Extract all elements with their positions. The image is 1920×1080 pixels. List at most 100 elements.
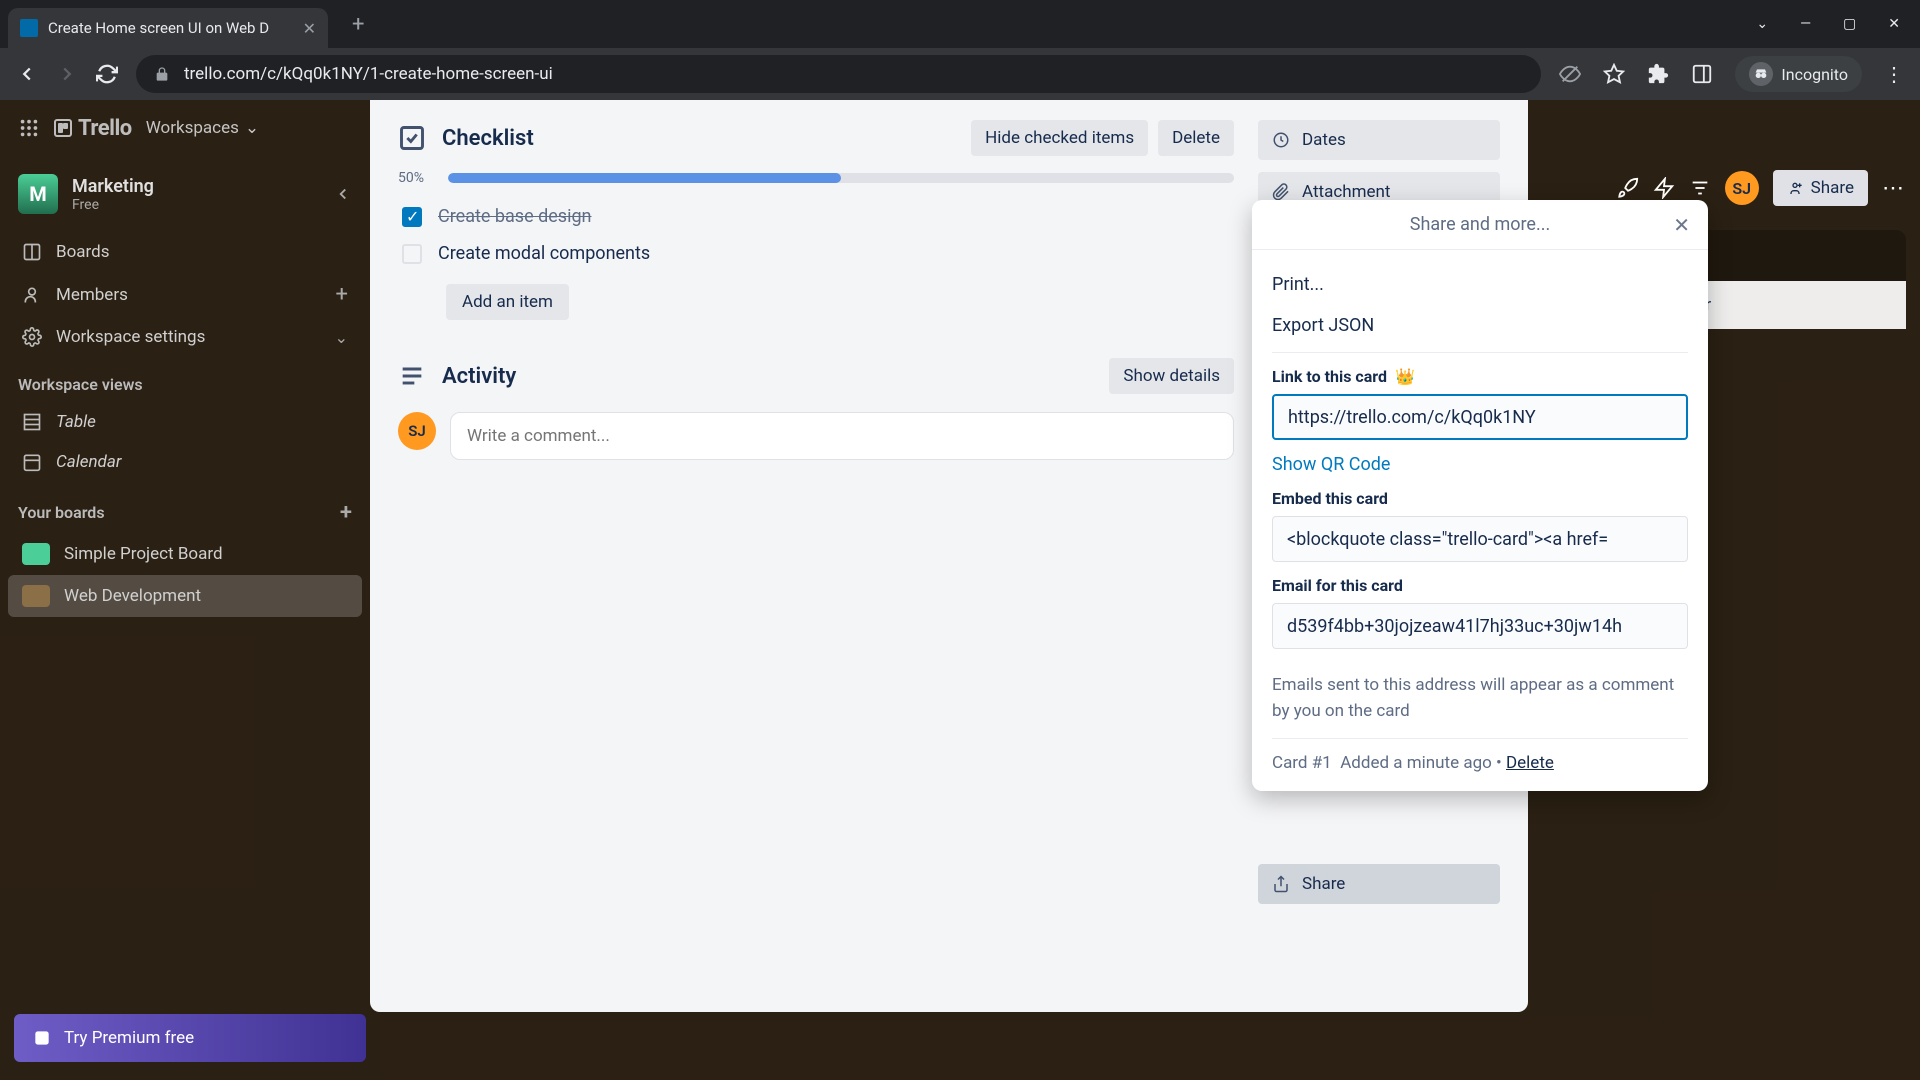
premium-icon [32,1028,52,1048]
add-member-icon[interactable]: + [336,282,348,307]
add-board-icon[interactable]: + [340,500,352,525]
user-avatar: SJ [398,412,436,450]
delete-checklist-button[interactable]: Delete [1158,120,1234,156]
maximize-icon[interactable]: ▢ [1843,16,1856,32]
sidebar-board-simple[interactable]: Simple Project Board [0,533,370,575]
forward-icon[interactable] [56,63,78,85]
back-icon[interactable] [16,63,38,85]
workspace-plan: Free [72,197,154,213]
activity-icon [398,362,426,390]
comment-input[interactable] [450,412,1234,460]
popover-header: Share and more... ✕ [1252,200,1708,250]
export-json-option[interactable]: Export JSON [1272,305,1688,346]
clock-icon [1272,131,1290,149]
activity-header: Activity Show details [398,358,1234,394]
checklist-icon [398,124,426,152]
sidepanel-icon[interactable] [1691,63,1713,85]
hide-checked-button[interactable]: Hide checked items [971,120,1148,156]
workspace-avatar: M [18,174,58,214]
comment-row: SJ [398,412,1234,460]
filter-icon[interactable] [1689,177,1711,199]
incognito-label: Incognito [1781,65,1848,84]
sidebar-view-table[interactable]: Table [0,402,370,442]
trello-favicon [20,19,38,37]
bolt-icon[interactable] [1653,177,1675,199]
popover-title: Share and more... [1410,214,1550,235]
browser-titlebar: Create Home screen UI on Web D ✕ + ⌄ — ▢… [0,0,1920,48]
window-controls: ⌄ — ▢ ✕ [1756,16,1912,32]
incognito-indicator[interactable]: Incognito [1735,56,1862,92]
share-arrow-icon [1272,875,1290,893]
tab-dropdown-icon[interactable]: ⌄ [1756,16,1768,32]
sidebar-item-members[interactable]: Members + [0,272,370,317]
views-heading: Workspace views [0,357,370,402]
board-menu-icon[interactable]: ⋯ [1882,176,1906,201]
checklist-header: Checklist Hide checked items Delete [398,120,1234,156]
tab-title: Create Home screen UI on Web D [48,19,293,37]
new-tab-button[interactable]: + [352,12,364,37]
checkbox-checked[interactable] [402,207,422,227]
star-icon[interactable] [1603,63,1625,85]
progress-bar [448,173,1234,183]
url-text: trello.com/c/kQq0k1NY/1-create-home-scre… [184,64,553,84]
menu-icon[interactable]: ⋮ [1884,62,1904,86]
embed-input[interactable] [1272,516,1688,562]
popover-footer: Card #1 Added a minute ago • Delete [1272,753,1688,773]
delete-card-link[interactable]: Delete [1506,753,1554,773]
attachment-icon [1272,183,1290,201]
checklist-progress: 50% [398,170,1234,186]
show-details-button[interactable]: Show details [1109,358,1234,394]
members-icon [22,285,42,305]
dates-button[interactable]: Dates [1258,120,1500,160]
trello-logo[interactable]: Trello [54,116,132,141]
embed-label: Embed this card [1272,489,1688,508]
app-area: Trello Workspaces ⌄ M Marketing Free Boa… [0,100,1920,1080]
workspace-header[interactable]: M Marketing Free [0,166,370,222]
close-icon[interactable]: ✕ [1673,213,1690,237]
browser-tab[interactable]: Create Home screen UI on Web D ✕ [8,8,328,48]
crown-icon: 👑 [1395,367,1415,386]
extensions-icon[interactable] [1647,63,1669,85]
sidebar-board-webdev[interactable]: Web Development [8,575,362,617]
card-share-button[interactable]: Share [1258,864,1500,904]
close-tab-icon[interactable]: ✕ [303,19,316,38]
checklist-item[interactable]: Create base design [398,198,1234,235]
email-help-text: Emails sent to this address will appear … [1272,673,1688,724]
sidebar-view-calendar[interactable]: Calendar [0,442,370,482]
boards-heading: Your boards + [0,482,370,533]
board-share-button[interactable]: Share [1773,170,1868,206]
chevron-down-icon: ⌄ [245,118,259,138]
print-option[interactable]: Print... [1272,264,1688,305]
toolbar-right: Incognito ⋮ [1559,56,1904,92]
sidebar-item-boards[interactable]: Boards [0,232,370,272]
show-qr-link[interactable]: Show QR Code [1272,454,1390,475]
rocket-icon[interactable] [1617,177,1639,199]
chevron-down-icon: ⌄ [335,328,348,347]
activity-title: Activity [442,364,516,389]
user-avatar[interactable]: SJ [1725,171,1759,205]
email-input[interactable] [1272,603,1688,649]
app-switcher-icon[interactable] [18,117,40,139]
progress-percent: 50% [398,170,434,186]
try-premium-button[interactable]: Try Premium free [14,1014,366,1062]
close-window-icon[interactable]: ✕ [1888,16,1900,32]
checklist-item[interactable]: Create modal components [398,235,1234,272]
link-label: Link to this card 👑 [1272,367,1688,386]
workspace-name: Marketing [72,176,154,197]
table-icon [22,412,42,432]
address-bar[interactable]: trello.com/c/kQq0k1NY/1-create-home-scre… [136,55,1541,93]
checkbox-unchecked[interactable] [402,244,422,264]
card-link-input[interactable] [1272,394,1688,440]
share-popover: Share and more... ✕ Print... Export JSON… [1252,200,1708,791]
divider [1272,352,1688,353]
boards-icon [22,242,42,262]
workspaces-dropdown[interactable]: Workspaces ⌄ [146,118,259,138]
sidebar-item-settings[interactable]: Workspace settings ⌄ [0,317,370,357]
minimize-icon[interactable]: — [1800,16,1811,32]
reload-icon[interactable] [96,63,118,85]
incognito-eye-icon[interactable] [1559,63,1581,85]
board-color-icon [22,543,50,565]
gear-icon [22,327,42,347]
add-checklist-item-button[interactable]: Add an item [446,284,569,320]
collapse-sidebar-icon[interactable] [334,185,352,203]
